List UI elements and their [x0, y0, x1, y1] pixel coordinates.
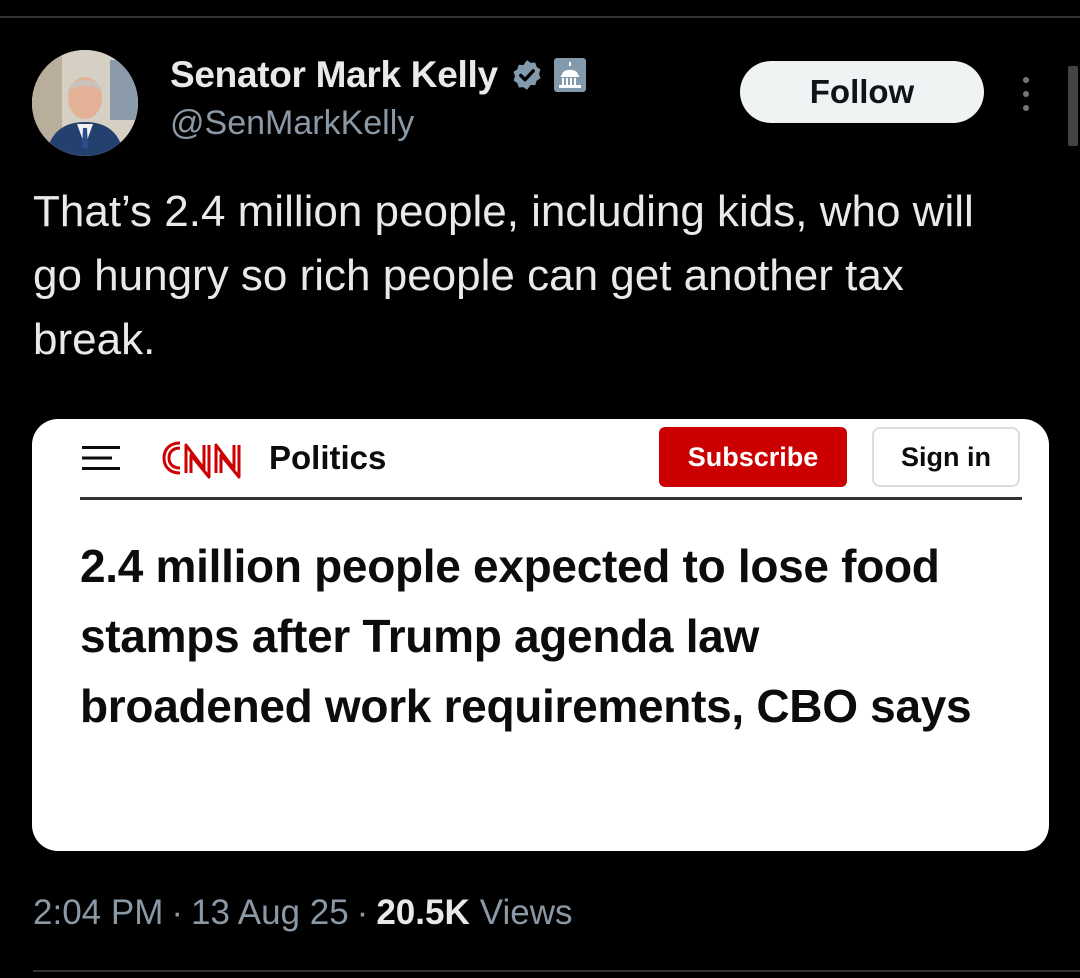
avatar[interactable]	[32, 50, 138, 156]
tweet-meta: 2:04 PM · 13 Aug 25 · 20.5K Views	[33, 893, 572, 933]
verified-badge-icon[interactable]	[510, 58, 544, 92]
views-count[interactable]: 20.5K	[376, 893, 469, 933]
meta-separator: ·	[171, 893, 184, 932]
author-display-name[interactable]: Senator Mark Kelly	[170, 54, 498, 96]
capitol-icon[interactable]	[553, 58, 586, 92]
sign-in-button[interactable]: Sign in	[872, 427, 1020, 487]
follow-button[interactable]: Follow	[740, 61, 984, 123]
views-label: Views	[479, 893, 573, 932]
more-vertical-icon[interactable]	[1018, 74, 1034, 114]
card-header: Politics Subscribe Sign in	[32, 419, 1049, 497]
bottom-divider	[33, 970, 1080, 972]
cnn-logo[interactable]	[158, 437, 254, 479]
section-label[interactable]: Politics	[269, 439, 386, 477]
top-divider	[0, 16, 1080, 18]
avatar-photo	[32, 50, 138, 156]
article-headline[interactable]: 2.4 million people expected to lose food…	[80, 531, 1000, 741]
link-preview-card[interactable]: Politics Subscribe Sign in 2.4 million p…	[32, 419, 1049, 851]
author-handle[interactable]: @SenMarkKelly	[170, 104, 414, 143]
subscribe-button[interactable]: Subscribe	[659, 427, 847, 487]
tweet-time[interactable]: 2:04 PM	[33, 893, 163, 933]
tweet-date[interactable]: 13 Aug 25	[191, 893, 349, 933]
meta-separator: ·	[356, 893, 369, 932]
author-name-row: Senator Mark Kelly	[170, 52, 586, 98]
hamburger-menu-icon[interactable]	[82, 445, 120, 471]
tweet-text: That’s 2.4 million people, including kid…	[33, 187, 974, 364]
card-divider	[80, 497, 1022, 500]
scrollbar-thumb[interactable]	[1068, 66, 1078, 146]
